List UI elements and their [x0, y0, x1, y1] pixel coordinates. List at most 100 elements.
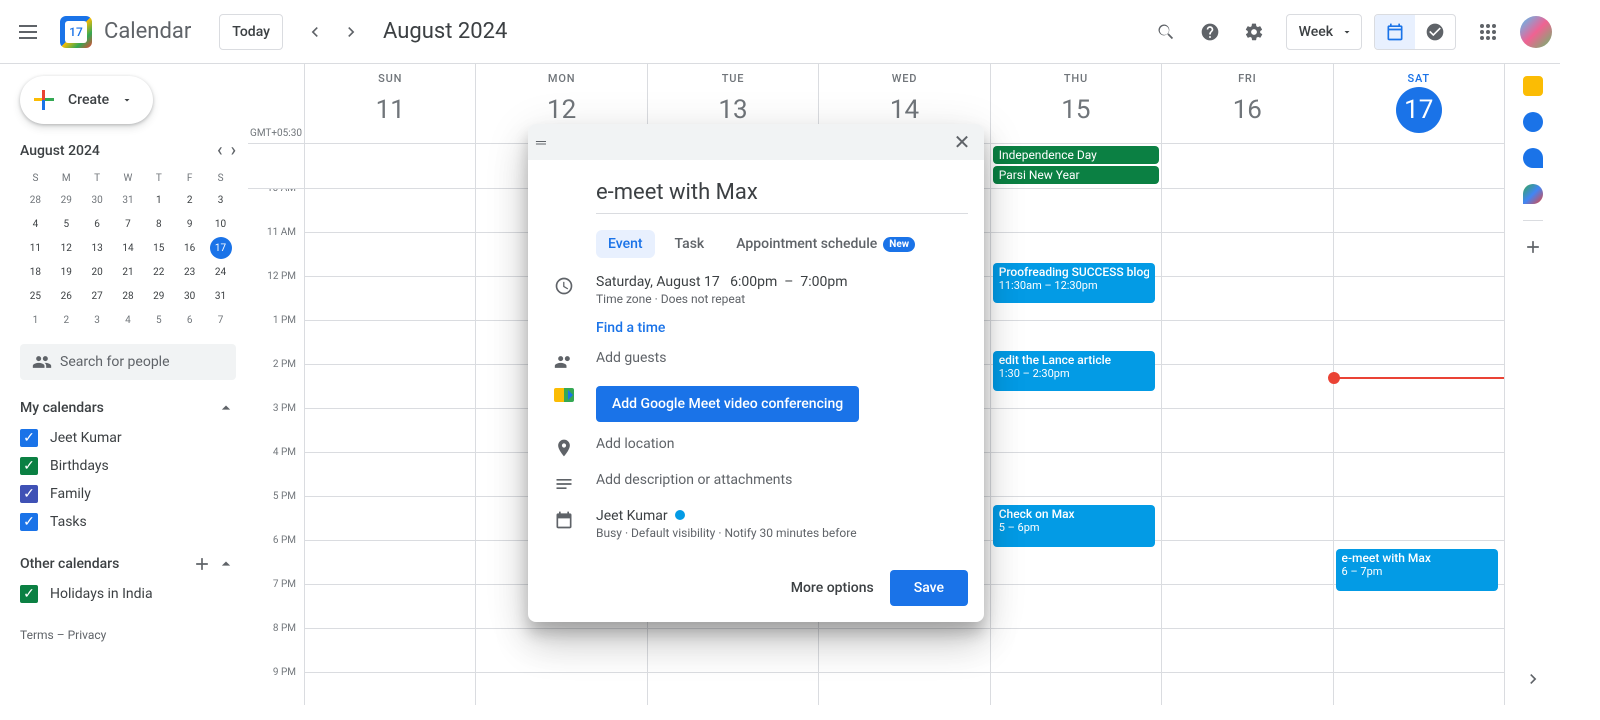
- next-week-button[interactable]: [335, 16, 367, 48]
- event-datetime[interactable]: Saturday, August 17 6:00pm – 7:00pm Time…: [596, 274, 968, 306]
- mini-cal-day[interactable]: 29: [143, 284, 174, 308]
- settings-button[interactable]: [1234, 12, 1274, 52]
- calendar-item[interactable]: ✓Family: [20, 480, 236, 508]
- mini-cal-day[interactable]: 24: [205, 260, 236, 284]
- day-header[interactable]: THU15: [990, 64, 1161, 143]
- add-icon[interactable]: [192, 554, 212, 574]
- account-avatar[interactable]: [1520, 16, 1552, 48]
- mini-cal-day[interactable]: 2: [174, 188, 205, 212]
- tab-appointment[interactable]: Appointment schedule New: [724, 230, 927, 258]
- mini-cal-day[interactable]: 10: [205, 212, 236, 236]
- mini-prev-month[interactable]: ‹: [217, 140, 223, 161]
- mini-cal-day[interactable]: 2: [51, 308, 82, 332]
- mini-cal-day[interactable]: 6: [82, 212, 113, 236]
- mini-cal-day[interactable]: 3: [205, 188, 236, 212]
- mini-cal-day[interactable]: 21: [113, 260, 144, 284]
- more-options-button[interactable]: More options: [791, 580, 874, 596]
- tab-task[interactable]: Task: [663, 230, 717, 258]
- tasks-view-toggle[interactable]: [1415, 15, 1455, 49]
- mini-cal-day[interactable]: 1: [143, 188, 174, 212]
- calendar-item[interactable]: ✓Tasks: [20, 508, 236, 536]
- save-button[interactable]: Save: [890, 570, 968, 606]
- keep-icon[interactable]: [1523, 76, 1543, 96]
- event-calendar-selector[interactable]: Jeet Kumar Busy · Default visibility · N…: [596, 508, 968, 540]
- main-menu-button[interactable]: [8, 12, 48, 52]
- mini-cal-day[interactable]: 30: [174, 284, 205, 308]
- checkbox-icon[interactable]: ✓: [20, 429, 38, 447]
- add-meet-button[interactable]: Add Google Meet video conferencing: [596, 386, 859, 422]
- day-column[interactable]: [304, 189, 475, 705]
- mini-cal-day[interactable]: 30: [82, 188, 113, 212]
- current-range-label[interactable]: August 2024: [383, 19, 507, 44]
- mini-cal-day[interactable]: 31: [113, 188, 144, 212]
- other-calendars-header[interactable]: Other calendars: [20, 548, 236, 580]
- find-time-link[interactable]: Find a time: [596, 320, 665, 336]
- view-switcher[interactable]: Week: [1286, 14, 1362, 50]
- mini-cal-day[interactable]: 5: [51, 212, 82, 236]
- maps-icon[interactable]: [1523, 184, 1543, 204]
- day-column[interactable]: e-meet with Max6 – 7pm: [1333, 189, 1504, 705]
- allday-cell[interactable]: [304, 144, 475, 188]
- terms-link[interactable]: Terms: [20, 628, 54, 642]
- mini-cal-day[interactable]: 27: [82, 284, 113, 308]
- mini-cal-day[interactable]: 22: [143, 260, 174, 284]
- calendar-logo[interactable]: [56, 12, 96, 52]
- calendar-event[interactable]: Check on Max5 – 6pm: [993, 505, 1155, 547]
- mini-cal-day[interactable]: 18: [20, 260, 51, 284]
- hide-side-panel[interactable]: [1523, 669, 1543, 693]
- mini-cal-day[interactable]: 23: [174, 260, 205, 284]
- calendar-event[interactable]: edit the Lance article1:30 – 2:30pm: [993, 351, 1155, 391]
- mini-cal-day[interactable]: 20: [82, 260, 113, 284]
- mini-cal-day[interactable]: 6: [174, 308, 205, 332]
- google-apps-button[interactable]: [1468, 12, 1508, 52]
- mini-cal-day[interactable]: 19: [51, 260, 82, 284]
- calendar-item[interactable]: ✓Holidays in India: [20, 580, 236, 608]
- mini-next-month[interactable]: ›: [231, 140, 236, 161]
- add-guests-button[interactable]: Add guests: [596, 350, 666, 366]
- calendar-event[interactable]: Proofreading SUCCESS blog11:30am – 12:30…: [993, 263, 1155, 303]
- mini-cal-day[interactable]: 7: [205, 308, 236, 332]
- day-header[interactable]: SAT17: [1333, 64, 1504, 143]
- mini-cal-day[interactable]: 14: [113, 236, 144, 260]
- add-location-button[interactable]: Add location: [596, 436, 674, 452]
- day-header[interactable]: SUN11: [304, 64, 475, 143]
- tasks-icon[interactable]: [1523, 112, 1543, 132]
- checkbox-icon[interactable]: ✓: [20, 457, 38, 475]
- allday-cell[interactable]: [1333, 144, 1504, 188]
- mini-cal-day[interactable]: 25: [20, 284, 51, 308]
- mini-cal-day[interactable]: 13: [82, 236, 113, 260]
- close-dialog-button[interactable]: ✕: [948, 128, 976, 156]
- checkbox-icon[interactable]: ✓: [20, 485, 38, 503]
- mini-cal-day[interactable]: 7: [113, 212, 144, 236]
- mini-cal-day[interactable]: 28: [20, 188, 51, 212]
- mini-cal-day[interactable]: 12: [51, 236, 82, 260]
- mini-cal-day[interactable]: 11: [20, 236, 51, 260]
- mini-cal-day[interactable]: 9: [174, 212, 205, 236]
- privacy-link[interactable]: Privacy: [68, 628, 107, 642]
- mini-cal-day[interactable]: 26: [51, 284, 82, 308]
- today-button[interactable]: Today: [219, 14, 283, 50]
- event-title-input[interactable]: [596, 176, 968, 214]
- calendar-event[interactable]: e-meet with Max6 – 7pm: [1336, 549, 1498, 591]
- mini-calendar[interactable]: SMTWTFS 28293031123456789101112131415161…: [20, 169, 236, 332]
- mini-cal-day[interactable]: 17: [205, 236, 236, 260]
- allday-cell[interactable]: [1161, 144, 1332, 188]
- mini-cal-day[interactable]: 31: [205, 284, 236, 308]
- search-people-input[interactable]: Search for people: [20, 344, 236, 380]
- mini-cal-day[interactable]: 3: [82, 308, 113, 332]
- checkbox-icon[interactable]: ✓: [20, 585, 38, 603]
- tab-event[interactable]: Event: [596, 230, 655, 258]
- calendar-item[interactable]: ✓Jeet Kumar: [20, 424, 236, 452]
- day-column[interactable]: Proofreading SUCCESS blog11:30am – 12:30…: [990, 189, 1161, 705]
- create-button[interactable]: Create: [20, 76, 153, 124]
- mini-cal-day[interactable]: 28: [113, 284, 144, 308]
- mini-cal-day[interactable]: 1: [20, 308, 51, 332]
- add-description-button[interactable]: Add description or attachments: [596, 472, 792, 488]
- calendar-item[interactable]: ✓Birthdays: [20, 452, 236, 480]
- allday-event[interactable]: Parsi New Year: [993, 166, 1159, 184]
- mini-cal-day[interactable]: 4: [20, 212, 51, 236]
- drag-handle-icon[interactable]: ═: [536, 134, 546, 151]
- allday-event[interactable]: Independence Day: [993, 146, 1159, 164]
- mini-cal-day[interactable]: 16: [174, 236, 205, 260]
- day-column[interactable]: [1161, 189, 1332, 705]
